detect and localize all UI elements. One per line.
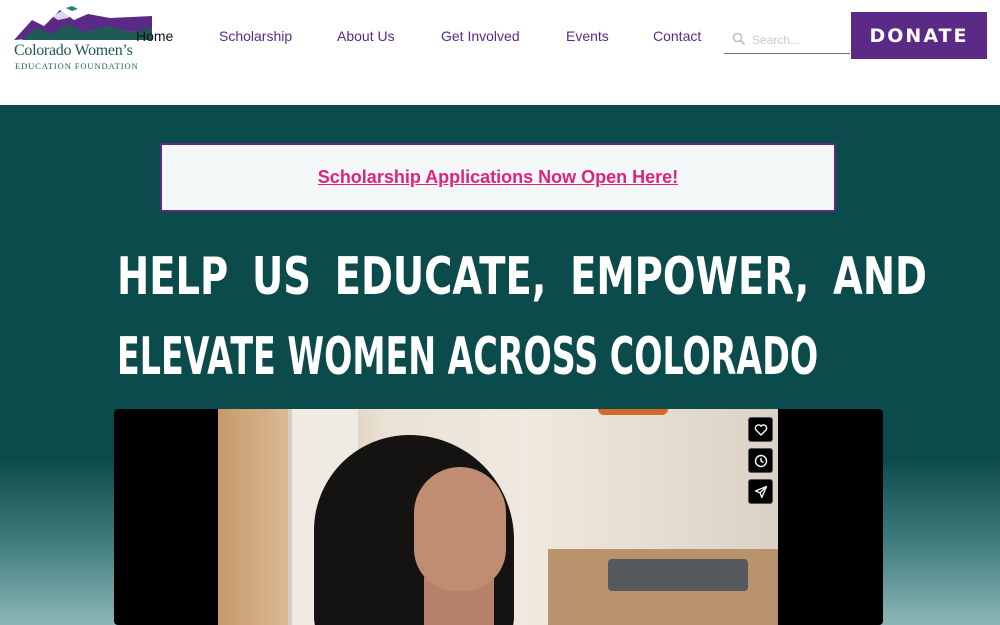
nav-contact[interactable]: Contact [653, 28, 701, 44]
nav-home[interactable]: Home [136, 28, 173, 44]
logo-tagline: EDUCATION FOUNDATION [15, 61, 139, 71]
share-icon [754, 485, 767, 498]
nav-about-us[interactable]: About Us [337, 28, 395, 44]
nav-scholarship[interactable]: Scholarship [219, 28, 292, 44]
nav-get-involved[interactable]: Get Involved [441, 28, 520, 44]
donate-button[interactable]: DONATE [851, 12, 987, 59]
like-button[interactable] [748, 417, 773, 442]
hero-section: Scholarship Applications Now Open Here! … [0, 105, 1000, 625]
nav-events[interactable]: Events [566, 28, 609, 44]
hero-headline-line2: ELEVATE WOMEN ACROSS COLORADO [117, 327, 819, 387]
clock-icon [754, 454, 767, 467]
hero-headline-line1: HELP US EDUCATE, EMPOWER, AND [117, 247, 927, 307]
scholarship-applications-link[interactable]: Scholarship Applications Now Open Here! [318, 167, 678, 188]
logo-name: Colorado Women’s [14, 42, 133, 59]
video-player[interactable] [114, 409, 883, 625]
scholarship-banner: Scholarship Applications Now Open Here! [160, 143, 836, 212]
share-button[interactable] [748, 479, 773, 504]
heart-icon [754, 423, 767, 436]
search-box [724, 26, 850, 54]
video-frame[interactable] [218, 409, 778, 625]
search-icon[interactable] [732, 32, 746, 46]
search-input[interactable] [752, 30, 846, 50]
site-header: Colorado Women’s EDUCATION FOUNDATION Ho… [0, 0, 1000, 105]
watch-later-button[interactable] [748, 448, 773, 473]
